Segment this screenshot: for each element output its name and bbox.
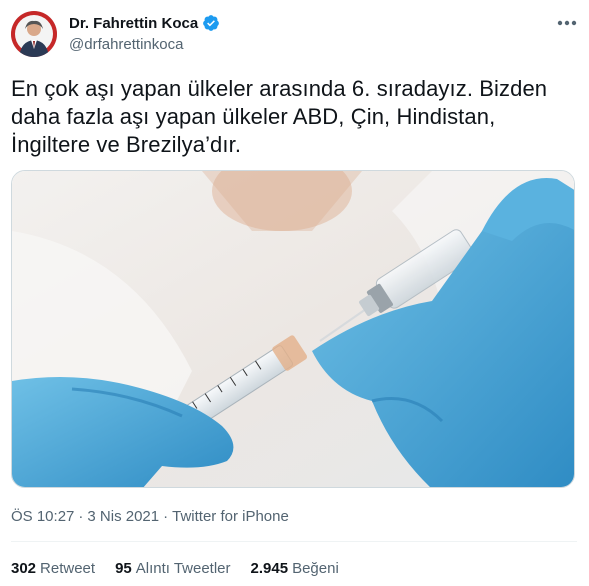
tweet-date[interactable]: 3 Nis 2021 — [87, 508, 159, 525]
meta-separator: · — [163, 508, 169, 525]
quote-tweet-count[interactable]: 95 Alıntı Tweetler — [115, 560, 230, 577]
more-options-icon[interactable] — [554, 12, 580, 34]
verified-badge-icon — [202, 14, 220, 32]
tweet-stats: 302 Retweet 95 Alıntı Tweetler 2.945 Beğ… — [11, 560, 339, 577]
tweet-source[interactable]: Twitter for iPhone — [172, 508, 289, 525]
tweet-metadata: ÖS 10:27 · 3 Nis 2021 · Twitter for iPho… — [11, 508, 289, 525]
like-label: Beğeni — [292, 560, 339, 577]
author-name-row: Dr. Fahrettin Koca — [69, 14, 220, 32]
like-count[interactable]: 2.945 Beğeni — [251, 560, 339, 577]
author-handle[interactable]: @drfahrettinkoca — [69, 36, 183, 53]
retweet-count[interactable]: 302 Retweet — [11, 560, 95, 577]
tweet-card: Dr. Fahrettin Koca @drfahrettinkoca En ç… — [0, 0, 589, 586]
like-number: 2.945 — [250, 560, 289, 577]
meta-separator: · — [78, 508, 84, 525]
quote-tweet-label: Alıntı Tweetler — [135, 560, 231, 577]
tweet-text: En çok aşı yapan ülkeler arasında 6. sır… — [11, 76, 548, 157]
divider — [11, 541, 577, 542]
author-avatar[interactable] — [11, 11, 57, 57]
author-display-name[interactable]: Dr. Fahrettin Koca — [69, 15, 198, 32]
retweet-number: 302 — [11, 560, 37, 577]
retweet-label: Retweet — [40, 560, 96, 577]
quote-tweet-number: 95 — [115, 560, 132, 577]
tweet-time[interactable]: ÖS 10:27 — [11, 508, 74, 525]
tweet-media-image[interactable] — [11, 170, 575, 488]
